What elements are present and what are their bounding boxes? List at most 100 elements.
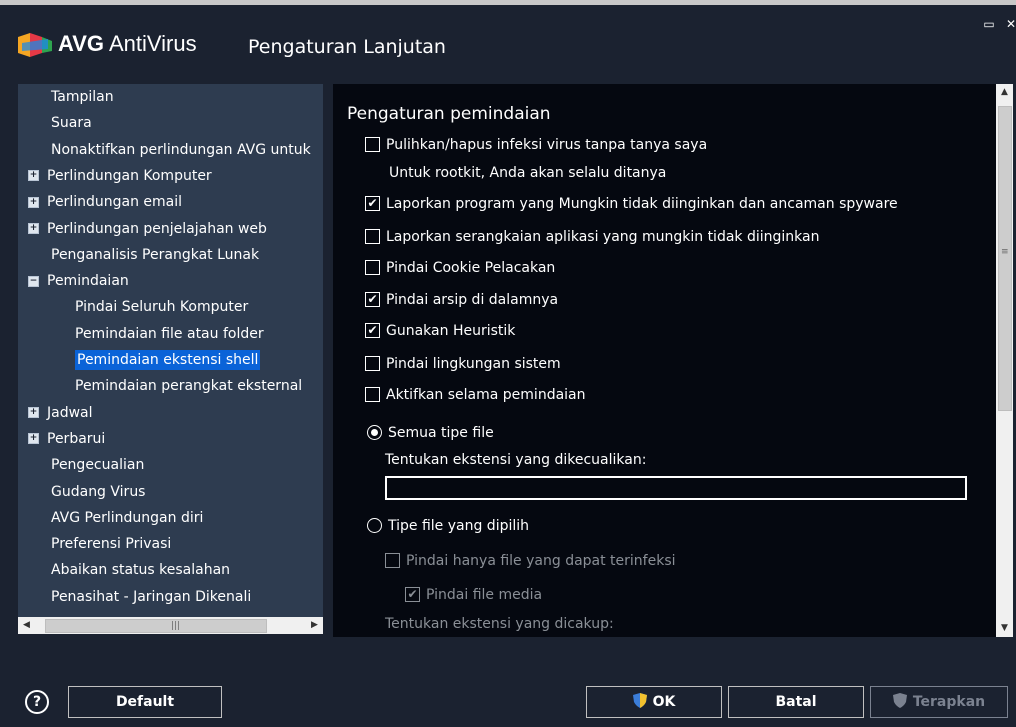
checkbox-icon[interactable]: ✔ — [365, 322, 380, 338]
radio-all-file-types[interactable]: Semua tipe file — [367, 422, 494, 444]
collapse-icon[interactable]: − — [28, 275, 39, 287]
tree-item-label: AVG Perlindungan diri — [51, 509, 204, 526]
tree-item-label: Perlindungan penjelajahan web — [47, 220, 267, 237]
option-label: Pindai arsip di dalamnya — [386, 292, 559, 308]
apply-button[interactable]: Terapkan — [870, 686, 1008, 718]
tree-item-label: Pindai Seluruh Komputer — [75, 299, 249, 316]
tree-item-label: Abaikan status kesalahan — [51, 562, 231, 579]
tree-item[interactable]: + Perlindungan penjelajahan web — [28, 217, 267, 241]
checkbox-disabled-checked-icon[interactable]: ✔ — [405, 586, 420, 602]
rootkit-note: Untuk rootkit, Anda akan selalu ditanya — [389, 165, 667, 181]
tree-item[interactable]: + Perbarui — [28, 427, 105, 451]
option-label: Laporkan serangkaian aplikasi yang mungk… — [386, 229, 820, 245]
avg-logo-icon — [18, 33, 52, 57]
include-extensions-label: Tentukan ekstensi yang dicakup: — [385, 616, 614, 632]
expand-icon[interactable]: + — [28, 407, 39, 419]
option-enable-during-scan[interactable]: Aktifkan selama pemindaian — [365, 384, 586, 406]
checkbox-icon[interactable] — [365, 355, 380, 371]
tree-item-label: Gudang Virus — [51, 483, 146, 500]
option-report-pup-set[interactable]: Laporkan serangkaian aplikasi yang mungk… — [365, 226, 819, 248]
checkbox-icon[interactable] — [365, 259, 380, 275]
checkbox-icon[interactable]: ✔ — [365, 291, 380, 307]
option-report-pup[interactable]: ✔ Laporkan program yang Mungkin tidak dii… — [365, 193, 898, 215]
tree-item-label: Tampilan — [51, 89, 114, 105]
option-label: Gunakan Heuristik — [386, 323, 516, 339]
checkbox-icon[interactable] — [365, 228, 380, 244]
tree-item[interactable]: Gudang Virus — [51, 480, 145, 504]
tree-item[interactable]: Penganalisis Perangkat Lunak — [51, 243, 259, 267]
radio-label: Semua tipe file — [388, 425, 494, 441]
option-use-heuristics[interactable]: ✔ Gunakan Heuristik — [365, 320, 515, 342]
scroll-up-icon[interactable]: ▲ — [996, 84, 1013, 101]
option-scan-only-infectable[interactable]: Pindai hanya file yang dapat terinfeksi — [385, 550, 676, 572]
tree-item[interactable]: + Perlindungan Komputer — [28, 164, 212, 188]
scroll-thumb[interactable]: ||| — [45, 619, 267, 633]
help-icon[interactable]: ? — [25, 690, 49, 714]
option-scan-archives[interactable]: ✔ Pindai arsip di dalamnya — [365, 289, 558, 311]
tree-horizontal-scrollbar[interactable]: ◀ ||| ▶ — [18, 617, 323, 634]
tree-item[interactable]: Pemindaian ekstensi shell — [75, 348, 261, 372]
option-label: Pindai hanya file yang dapat terinfeksi — [406, 553, 676, 569]
default-button[interactable]: Default — [68, 686, 222, 718]
title-bar: AVG AntiVirus Pengaturan Lanjutan ▭ ✕ — [0, 5, 1016, 77]
tree-item-label: Perbarui — [47, 430, 106, 447]
panel-vertical-scrollbar[interactable]: ▲ ≡ ▼ — [996, 84, 1013, 637]
option-label: Laporkan program yang Mungkin tidak diin… — [386, 196, 898, 212]
avg-advanced-settings-window: AVG AntiVirus Pengaturan Lanjutan ▭ ✕ Ta… — [0, 0, 1016, 727]
tree-item[interactable]: AVG Perlindungan diri — [51, 506, 203, 530]
expand-icon[interactable]: + — [28, 170, 39, 182]
shield-icon — [892, 692, 907, 708]
tree-item[interactable]: Abaikan status kesalahan — [51, 558, 230, 582]
radio-selected-file-types[interactable]: Tipe file yang dipilih — [367, 515, 529, 537]
checkbox-icon[interactable] — [365, 386, 380, 402]
tree-item[interactable]: Suara — [51, 111, 92, 135]
option-scan-media-files[interactable]: ✔ Pindai file media — [405, 584, 542, 606]
grip-icon: ||| — [171, 621, 181, 631]
checkbox-disabled-icon[interactable] — [385, 552, 400, 568]
tree-item[interactable]: Penasihat - Jaringan Dikenali — [51, 585, 251, 609]
option-repair-without-asking[interactable]: Pulihkan/hapus infeksi virus tanpa tanya… — [365, 134, 707, 156]
tree-item[interactable]: Tampilan — [51, 85, 114, 109]
tree-item[interactable]: Pengecualian — [51, 453, 144, 477]
scroll-thumb[interactable]: ≡ — [998, 106, 1012, 411]
cancel-button[interactable]: Batal — [728, 686, 864, 718]
tree-item[interactable]: Pemindaian file atau folder — [75, 322, 264, 346]
radio-selected-icon[interactable] — [367, 424, 382, 440]
tree-item[interactable]: Preferensi Privasi — [51, 532, 171, 556]
expand-icon[interactable]: + — [28, 433, 39, 445]
apply-label: Terapkan — [912, 694, 986, 710]
tree-item[interactable]: − Pemindaian — [28, 269, 129, 293]
tree-item-label: Penasihat - Jaringan Dikenali — [51, 588, 252, 605]
option-scan-tracking-cookies[interactable]: Pindai Cookie Pelacakan — [365, 257, 555, 279]
settings-tree: Tampilan Suara Nonaktifkan perlindungan AV… — [18, 84, 323, 632]
restore-icon[interactable]: ▭ — [980, 17, 998, 31]
tree-item[interactable]: Pindai Seluruh Komputer — [75, 295, 248, 319]
tree-item-label: Jadwal — [47, 404, 93, 421]
expand-icon[interactable]: + — [28, 223, 39, 234]
scroll-right-icon[interactable]: ▶ — [306, 617, 323, 634]
tree-item[interactable]: Pemindaian perangkat eksternal — [75, 374, 302, 398]
tree-item-label: Preferensi Privasi — [51, 536, 172, 553]
exclude-extensions-input[interactable] — [385, 476, 967, 500]
tree-item-label: Pemindaian perangkat eksternal — [75, 378, 303, 395]
scroll-left-icon[interactable]: ◀ — [18, 617, 35, 634]
option-label: Pindai lingkungan sistem — [386, 356, 561, 372]
grip-icon: ≡ — [1001, 247, 1009, 257]
tree-item-label: Pemindaian file atau folder — [75, 325, 264, 342]
tree-item[interactable]: + Perlindungan email — [28, 190, 182, 214]
option-scan-system-environment[interactable]: Pindai lingkungan sistem — [365, 353, 561, 375]
ok-button[interactable]: OK — [586, 686, 722, 718]
tree-item-label: Pemindaian — [47, 273, 129, 290]
close-icon[interactable]: ✕ — [1002, 17, 1016, 31]
window-title: Pengaturan Lanjutan — [248, 36, 446, 58]
tree-item[interactable]: Nonaktifkan perlindungan AVG untuk — [51, 138, 311, 162]
checkbox-icon[interactable] — [365, 136, 380, 152]
option-label: Pindai Cookie Pelacakan — [386, 260, 556, 276]
scroll-down-icon[interactable]: ▼ — [996, 620, 1013, 637]
expand-icon[interactable]: + — [28, 196, 39, 208]
checkbox-icon[interactable]: ✔ — [365, 195, 380, 211]
tree-item[interactable]: + Jadwal — [28, 401, 93, 425]
tree-item-label: Nonaktifkan perlindungan AVG untuk — [51, 141, 311, 158]
radio-unselected-icon[interactable] — [367, 517, 382, 533]
tree-item-label: Perlindungan Komputer — [47, 167, 212, 184]
